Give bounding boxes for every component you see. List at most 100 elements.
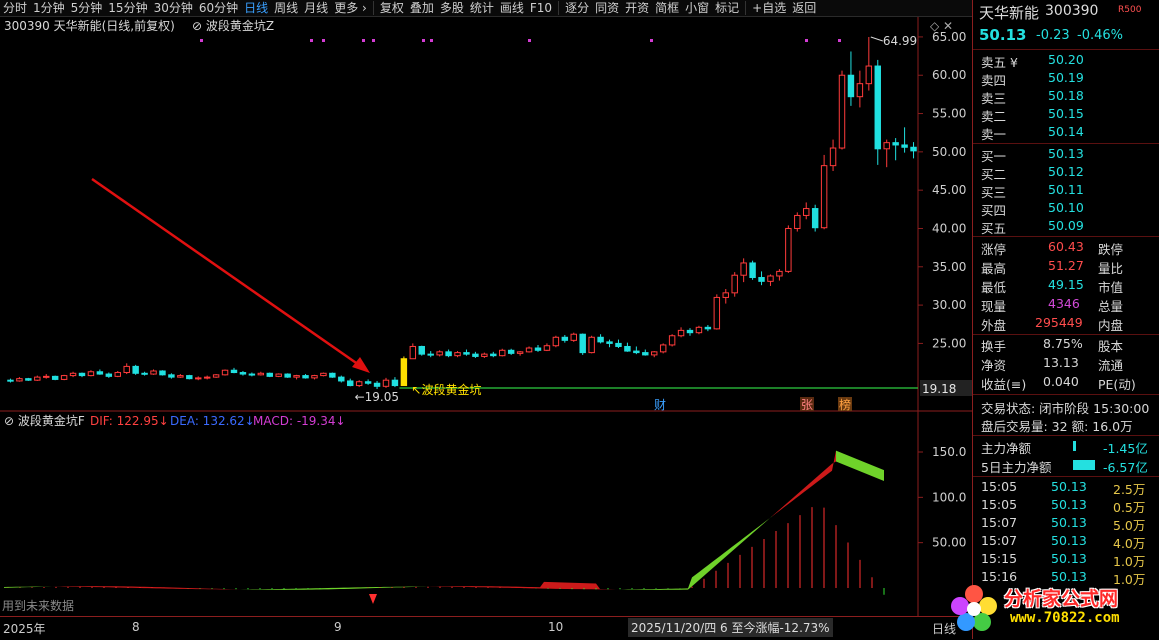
dif-dea-ribbon [348, 587, 352, 588]
toolbar-button[interactable]: 返回 [789, 0, 819, 16]
toolbar-button[interactable]: 30分钟 [151, 0, 196, 16]
candle-body [660, 345, 665, 352]
dif-dea-ribbon [84, 586, 88, 587]
divider [973, 435, 1159, 436]
dif-dea-ribbon [152, 587, 156, 588]
dif-dea-ribbon [20, 587, 24, 588]
toolbar-button[interactable]: 15分钟 [105, 0, 150, 16]
dif-dea-ribbon [808, 481, 812, 489]
indicator-chart[interactable]: ⊘ 波段黄金坑FDIF: 122.95↓DEA: 132.62↓MACD: -1… [0, 412, 972, 616]
stat-label-right: 跌停 [1098, 239, 1123, 258]
top-signal-dot [805, 39, 808, 42]
candle-body [580, 334, 585, 352]
dif-dea-ribbon [552, 582, 556, 589]
toolbar-button[interactable]: 月线 [301, 0, 331, 16]
dif-dea-ribbon [384, 587, 388, 588]
toolbar-button[interactable]: 日线 [241, 0, 271, 16]
dif-dea-ribbon [148, 587, 152, 588]
dif-dea-ribbon [392, 587, 396, 588]
candle-body [97, 372, 102, 374]
quote-panel: 天华新能300390R50050.13-0.23-0.46%卖五 ¥50.20卖… [972, 0, 1159, 639]
toolbar-button[interactable]: 开资 [622, 0, 652, 16]
dif-dea-ribbon [460, 586, 464, 587]
dif-dea-ribbon [404, 587, 408, 588]
divider [973, 334, 1159, 335]
toolbar-button[interactable]: 同资 [592, 0, 622, 16]
candle-body [437, 352, 442, 355]
price-change-pct: -0.46% [1077, 28, 1123, 43]
candle-body [178, 376, 183, 378]
dif-dea-ribbon [784, 502, 788, 507]
main-net-value: -1.45亿 [1103, 438, 1148, 457]
candle-body [544, 346, 549, 351]
toolbar-button[interactable]: 60分钟 [196, 0, 241, 16]
candle-body [893, 143, 898, 145]
candle-body [687, 330, 692, 332]
buy-signal-marker [369, 594, 377, 604]
toolbar-button[interactable]: 复权 [377, 0, 407, 16]
main-candlestick-chart[interactable]: 300390 天华新能(日线,前复权)⊘ 波段黄金坑Z◇ ✕65.0060.00… [0, 17, 972, 412]
dif-dea-ribbon [580, 583, 584, 589]
dif-dea-ribbon [716, 556, 720, 565]
dif-dea-ribbon [176, 588, 180, 589]
toolbar-button[interactable]: 1分钟 [30, 0, 68, 16]
dif-dea-ribbon [308, 588, 312, 589]
candle-body [804, 209, 809, 216]
candle-body [276, 374, 281, 376]
candle-body [705, 327, 710, 329]
candle-body [151, 371, 156, 374]
candle-body [652, 352, 657, 355]
dif-dea-ribbon [280, 589, 284, 590]
dif-dea-ribbon [72, 586, 76, 587]
dif-dea-ribbon [456, 586, 460, 587]
axis-month-label: 8 [132, 620, 140, 634]
toolbar-button[interactable]: 简框 [652, 0, 682, 16]
candle-body [857, 84, 862, 97]
toolbar-button[interactable]: 周线 [271, 0, 301, 16]
dif-dea-ribbon [316, 588, 320, 589]
dif-dea-ribbon [396, 587, 400, 588]
dif-dea-ribbon [556, 582, 560, 589]
toolbar-button[interactable]: 逐分 [562, 0, 592, 16]
divider [973, 236, 1159, 237]
toolbar-button[interactable]: 分时 [0, 0, 30, 16]
dif-dea-ribbon [656, 589, 660, 590]
toolbar-button[interactable]: 更多 › [331, 0, 370, 16]
dif-dea-ribbon [304, 588, 308, 589]
candle-body [517, 352, 522, 354]
dif-dea-ribbon [868, 464, 872, 477]
toolbar-button[interactable]: 5分钟 [68, 0, 106, 16]
toolbar-button[interactable]: +自选 [749, 0, 789, 16]
toolbar-button[interactable]: 统计 [467, 0, 497, 16]
candle-body [8, 380, 13, 381]
dif-dea-ribbon [680, 588, 684, 589]
top-signal-dot [200, 39, 203, 42]
toolbar-button[interactable]: F10 [527, 0, 555, 16]
future-data-note: 用到未来数据 [2, 598, 74, 613]
dif-dea-ribbon [320, 588, 324, 589]
candle-body [169, 375, 174, 377]
dif-dea-ribbon [156, 587, 160, 588]
candle-body [231, 370, 236, 372]
candle-body [562, 337, 567, 340]
candle-body [535, 348, 540, 350]
sub-tick-label: 50.00 [932, 536, 966, 550]
price-tick-label: 55.00 [932, 107, 966, 121]
toolbar-button[interactable]: 画线 [497, 0, 527, 16]
divider [973, 49, 1159, 50]
dif-dea-ribbon [540, 582, 544, 589]
toolbar-button[interactable]: 标记 [712, 0, 742, 16]
dif-dea-ribbon [876, 467, 880, 480]
bid-label: 买四 [981, 200, 1006, 219]
dif-dea-ribbon [764, 519, 768, 523]
dif-dea-ribbon [388, 587, 392, 588]
toolbar-button[interactable]: 小窗 [682, 0, 712, 16]
toolbar-button[interactable]: 叠加 [407, 0, 437, 16]
candle-body [330, 373, 335, 377]
toolbar-separator [373, 1, 374, 15]
toolbar-button[interactable]: 多股 [437, 0, 467, 16]
dif-dea-ribbon [76, 586, 80, 587]
dif-dea-ribbon [804, 485, 808, 492]
top-signal-dot [310, 39, 313, 42]
sub-tick-label: 100.0 [932, 490, 966, 504]
